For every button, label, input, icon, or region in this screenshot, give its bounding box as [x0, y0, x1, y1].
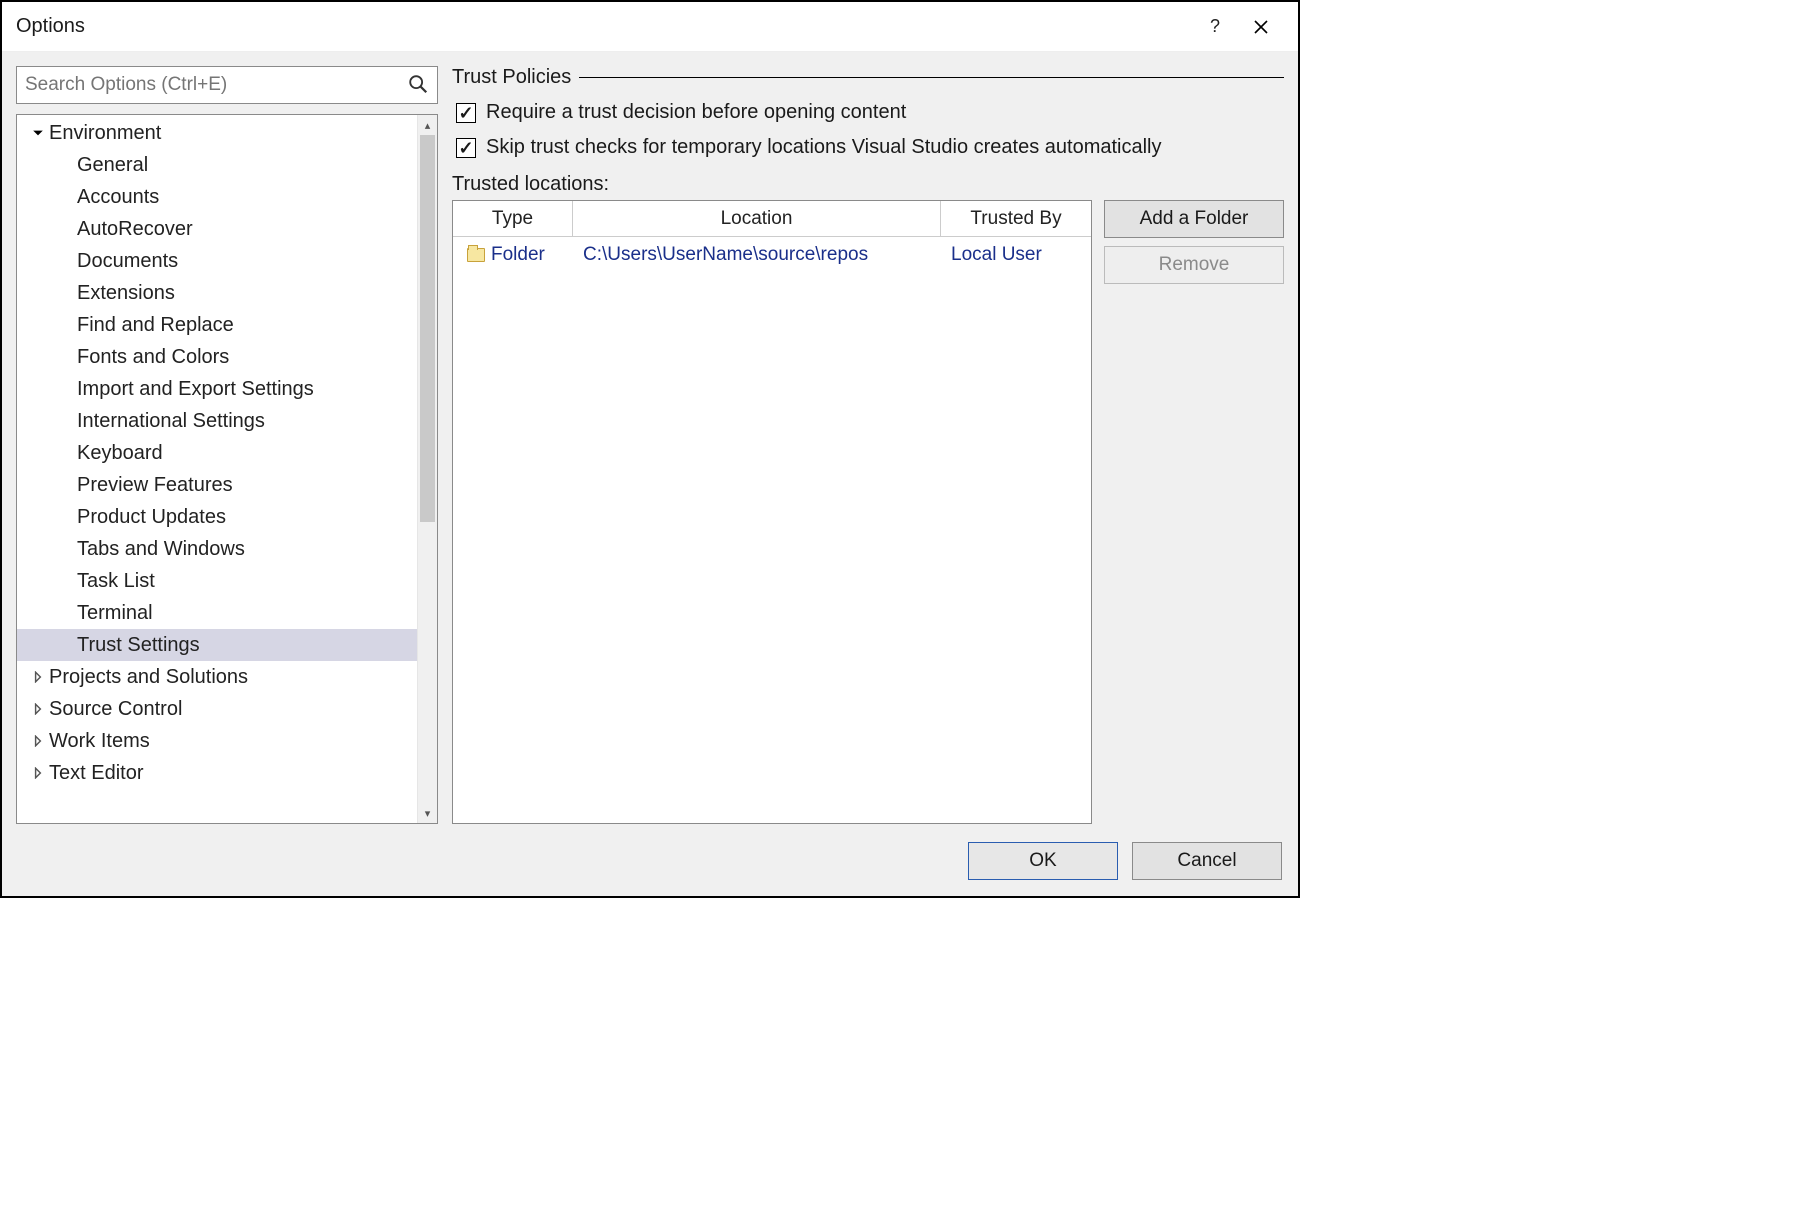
tree-node-label: Text Editor	[49, 762, 143, 785]
tree-node-find-and-replace[interactable]: Find and Replace	[17, 309, 417, 341]
tree-scroll-area[interactable]: Environment General Accounts AutoRecover…	[17, 115, 417, 823]
dialog-footer: OK Cancel	[2, 824, 1298, 896]
expand-collapse-icon[interactable]	[27, 735, 49, 747]
titlebar: Options ?	[2, 2, 1298, 52]
tree-node-terminal[interactable]: Terminal	[17, 597, 417, 629]
tree-node-label: Product Updates	[77, 506, 226, 529]
tree-node-autorecover[interactable]: AutoRecover	[17, 213, 417, 245]
tree-node-projects-and-solutions[interactable]: Projects and Solutions	[17, 661, 417, 693]
search-icon[interactable]	[407, 73, 429, 95]
close-icon	[1254, 20, 1268, 34]
tree-node-task-list[interactable]: Task List	[17, 565, 417, 597]
tree-node-label: Task List	[77, 570, 155, 593]
folder-icon	[467, 248, 485, 262]
options-dialog: Options ? Environment General	[0, 0, 1300, 898]
search-input[interactable]	[17, 67, 437, 103]
grid-row[interactable]: Folder C:\Users\UserName\source\repos Lo…	[453, 237, 1091, 273]
cancel-button[interactable]: Cancel	[1132, 842, 1282, 880]
tree-node-work-items[interactable]: Work Items	[17, 725, 417, 757]
tree-node-label: Find and Replace	[77, 314, 234, 337]
expand-collapse-icon[interactable]	[27, 703, 49, 715]
checkbox-label: Skip trust checks for temporary location…	[486, 136, 1162, 159]
grid-side-buttons: Add a Folder Remove	[1104, 200, 1284, 824]
grid-header: Type Location Trusted By	[453, 201, 1091, 237]
cell-type: Folder	[453, 244, 573, 266]
tree-node-label: General	[77, 154, 148, 177]
expand-collapse-icon[interactable]	[27, 127, 49, 139]
settings-panel: Trust Policies Require a trust decision …	[452, 66, 1284, 824]
tree-node-label: AutoRecover	[77, 218, 193, 241]
column-header-type[interactable]: Type	[453, 201, 573, 236]
tree-node-label: Trust Settings	[77, 634, 200, 657]
tree-node-label: Source Control	[49, 698, 182, 721]
tree-node-label: Terminal	[77, 602, 153, 625]
scroll-down-icon[interactable]: ▾	[425, 803, 431, 823]
tree-node-label: Accounts	[77, 186, 159, 209]
group-title-label: Trust Policies	[452, 66, 571, 89]
add-folder-button[interactable]: Add a Folder	[1104, 200, 1284, 238]
scroll-up-icon[interactable]: ▴	[425, 115, 431, 135]
tree-node-text-editor[interactable]: Text Editor	[17, 757, 417, 789]
help-button[interactable]: ?	[1192, 11, 1238, 43]
left-column: Environment General Accounts AutoRecover…	[16, 66, 438, 824]
tree-node-label: Projects and Solutions	[49, 666, 248, 689]
cell-trusted-by: Local User	[941, 244, 1091, 266]
checkbox-require-trust[interactable]	[456, 103, 476, 123]
category-tree: Environment General Accounts AutoRecover…	[16, 114, 438, 824]
expand-collapse-icon[interactable]	[27, 767, 49, 779]
checkbox-label: Require a trust decision before opening …	[486, 101, 906, 124]
tree-node-fonts-and-colors[interactable]: Fonts and Colors	[17, 341, 417, 373]
tree-node-label: Keyboard	[77, 442, 163, 465]
tree-node-general[interactable]: General	[17, 149, 417, 181]
tree-node-preview-features[interactable]: Preview Features	[17, 469, 417, 501]
tree-node-keyboard[interactable]: Keyboard	[17, 437, 417, 469]
trusted-locations-grid[interactable]: Type Location Trusted By Folder C:\Users…	[452, 200, 1092, 824]
column-header-trusted-by[interactable]: Trusted By	[941, 201, 1091, 236]
tree-node-import-and-export-settings[interactable]: Import and Export Settings	[17, 373, 417, 405]
tree-node-label: International Settings	[77, 410, 265, 433]
dialog-body: Environment General Accounts AutoRecover…	[2, 52, 1298, 824]
tree-node-extensions[interactable]: Extensions	[17, 277, 417, 309]
column-header-location[interactable]: Location	[573, 201, 941, 236]
tree-node-label: Tabs and Windows	[77, 538, 245, 561]
tree-node-accounts[interactable]: Accounts	[17, 181, 417, 213]
window-title: Options	[16, 15, 1192, 38]
checkbox-row-require-trust[interactable]: Require a trust decision before opening …	[452, 95, 1284, 130]
tree-node-product-updates[interactable]: Product Updates	[17, 501, 417, 533]
tree-node-label: Import and Export Settings	[77, 378, 314, 401]
tree-node-trust-settings[interactable]: Trust Settings	[17, 629, 417, 661]
cell-location: C:\Users\UserName\source\repos	[573, 244, 941, 266]
tree-node-source-control[interactable]: Source Control	[17, 693, 417, 725]
remove-button[interactable]: Remove	[1104, 246, 1284, 284]
tree-node-label: Environment	[49, 122, 161, 145]
tree-node-label: Extensions	[77, 282, 175, 305]
checkbox-row-skip-temp[interactable]: Skip trust checks for temporary location…	[452, 130, 1284, 165]
tree-node-label: Documents	[77, 250, 178, 273]
scroll-thumb[interactable]	[420, 135, 435, 522]
group-divider	[579, 77, 1284, 78]
trusted-locations-label: Trusted locations:	[452, 165, 1284, 200]
tree-node-international-settings[interactable]: International Settings	[17, 405, 417, 437]
expand-collapse-icon[interactable]	[27, 671, 49, 683]
ok-button[interactable]: OK	[968, 842, 1118, 880]
tree-node-label: Fonts and Colors	[77, 346, 229, 369]
checkbox-skip-temp[interactable]	[456, 138, 476, 158]
trusted-locations-area: Type Location Trusted By Folder C:\Users…	[452, 200, 1284, 824]
tree-node-label: Preview Features	[77, 474, 233, 497]
tree-node-label: Work Items	[49, 730, 150, 753]
tree-scrollbar[interactable]: ▴ ▾	[417, 115, 437, 823]
cell-type-text: Folder	[491, 244, 545, 266]
close-button[interactable]	[1238, 11, 1284, 43]
search-box	[16, 66, 438, 104]
group-header: Trust Policies	[452, 66, 1284, 89]
tree-node-environment[interactable]: Environment	[17, 117, 417, 149]
scroll-track[interactable]	[418, 135, 437, 803]
tree-node-documents[interactable]: Documents	[17, 245, 417, 277]
tree-node-tabs-and-windows[interactable]: Tabs and Windows	[17, 533, 417, 565]
